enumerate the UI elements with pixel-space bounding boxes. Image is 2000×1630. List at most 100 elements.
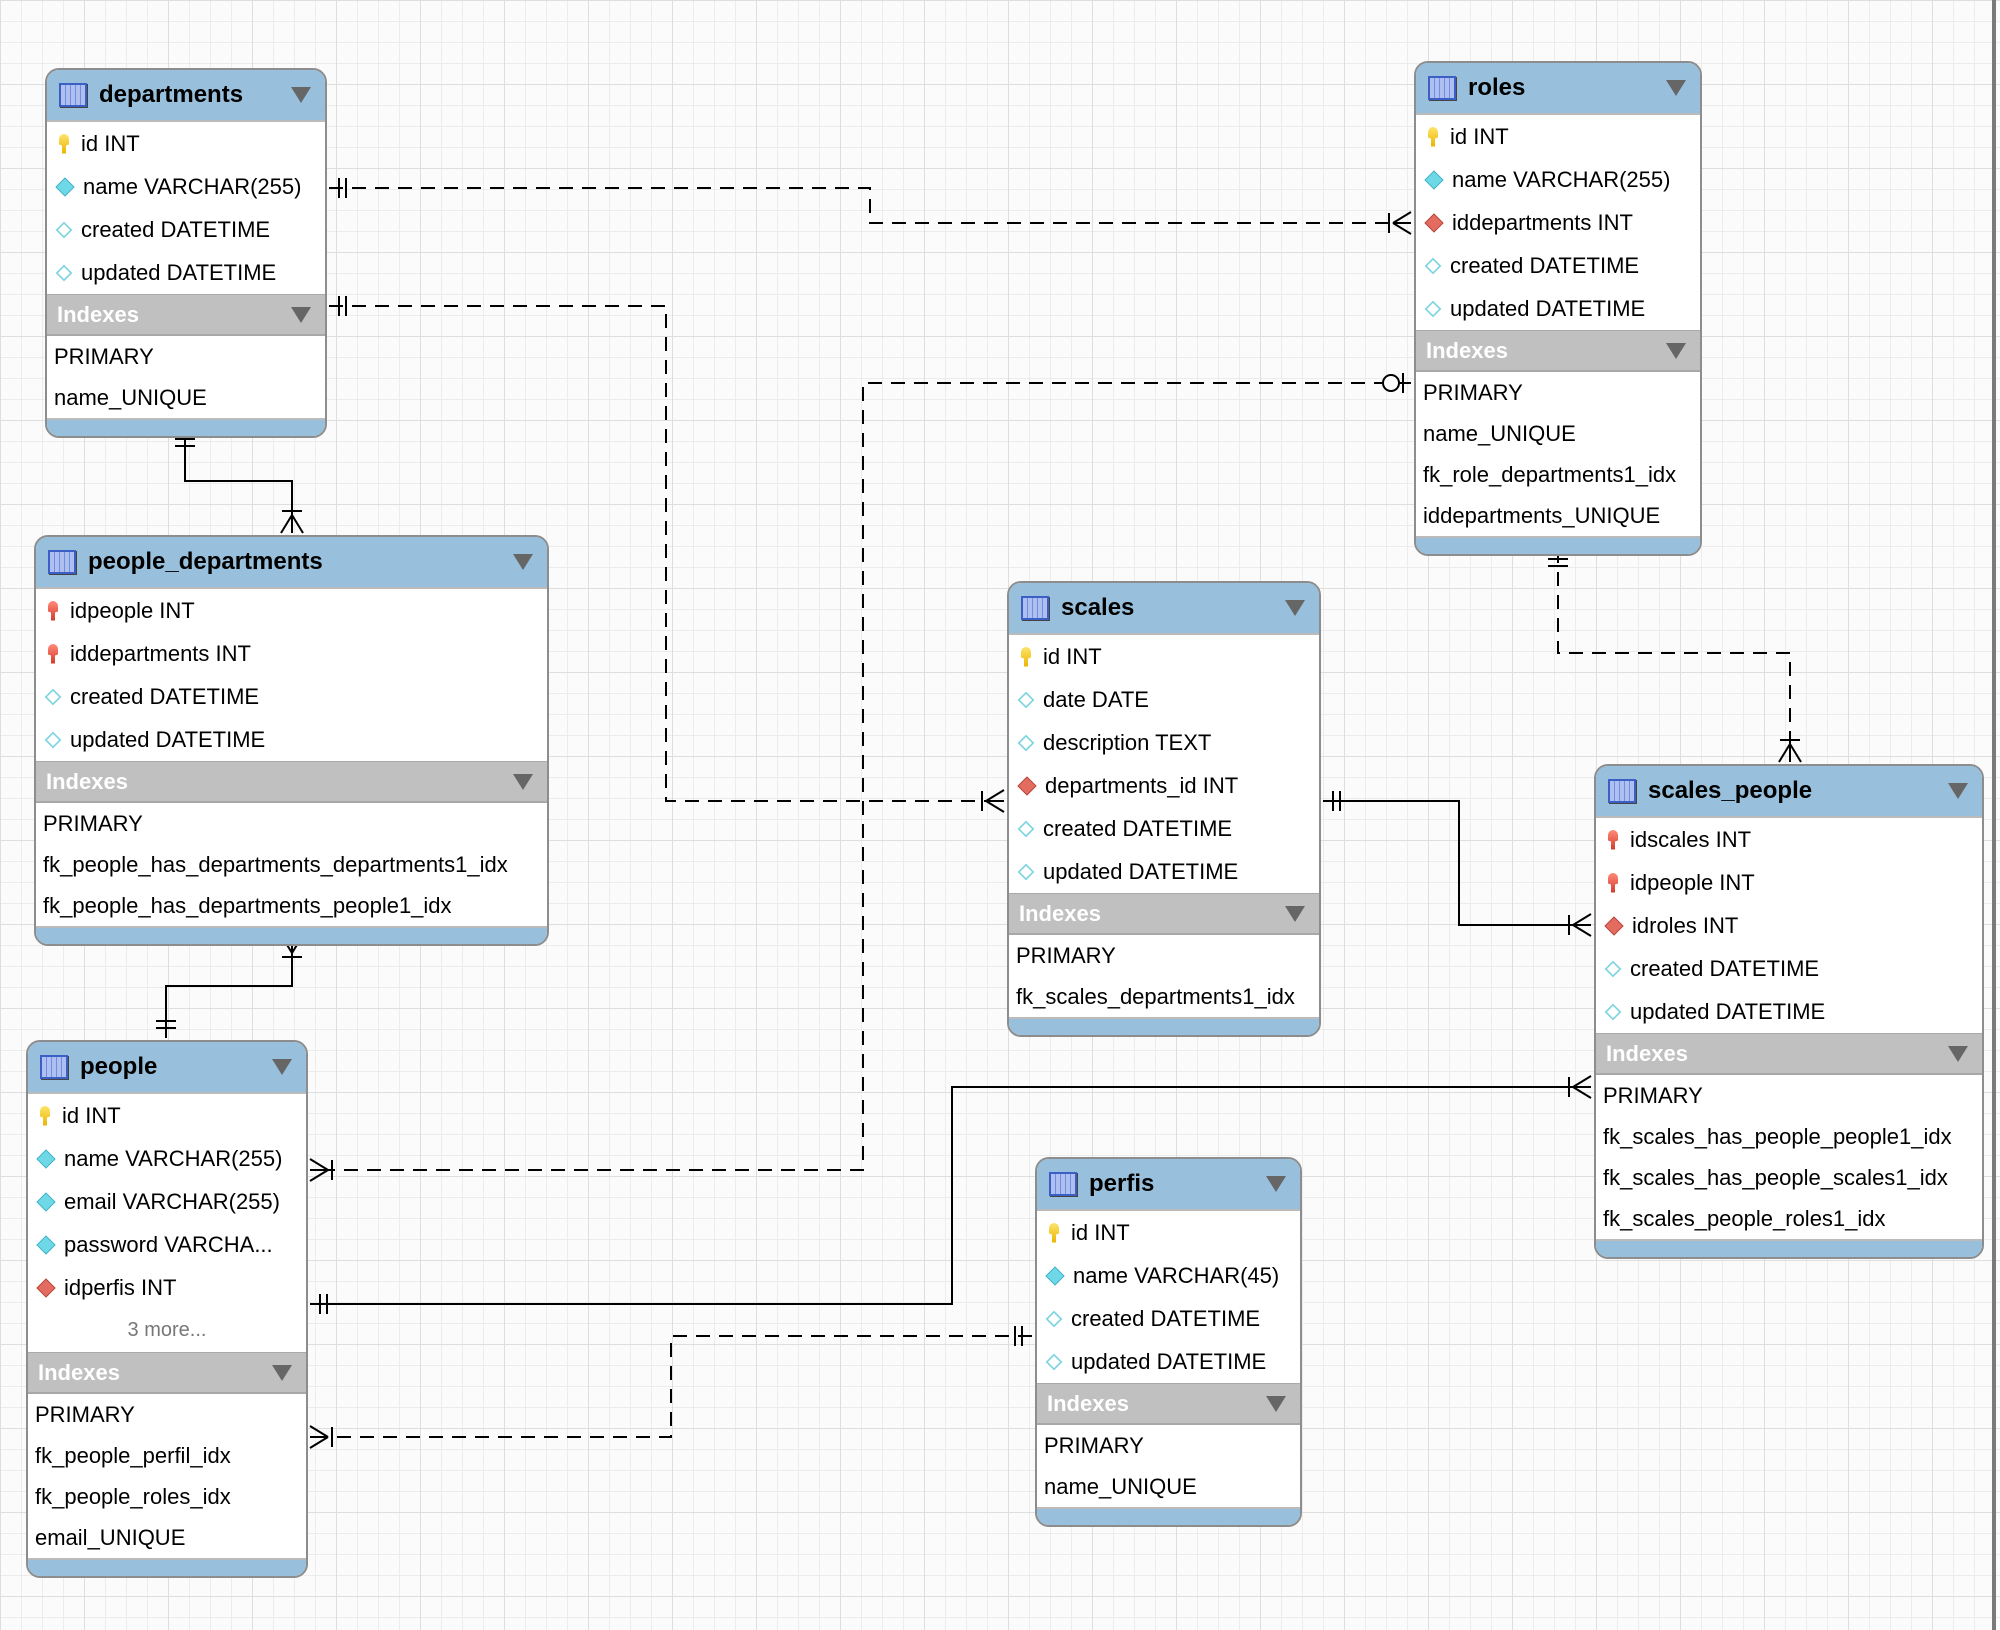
crows-foot-mark: [309, 1169, 329, 1182]
column-label: description TEXT: [1043, 729, 1212, 755]
table-header[interactable]: roles: [1416, 63, 1700, 115]
indexes-header[interactable]: Indexes: [47, 294, 325, 336]
column-row[interactable]: id INT: [1416, 115, 1700, 158]
column-row[interactable]: created DATETIME: [47, 208, 325, 251]
index-row[interactable]: PRIMARY: [1416, 372, 1700, 413]
index-row[interactable]: name_UNIQUE: [1416, 413, 1700, 454]
indexes-header[interactable]: Indexes: [1416, 330, 1700, 372]
index-row[interactable]: iddepartments_UNIQUE: [1416, 495, 1700, 536]
indexes-header[interactable]: Indexes: [1037, 1383, 1300, 1425]
table-header[interactable]: scales_people: [1596, 766, 1982, 818]
table-people[interactable]: people id INT name VARCHAR(255) email VARCH…: [26, 1040, 308, 1578]
index-row[interactable]: name_UNIQUE: [47, 377, 325, 418]
collapse-triangle-icon[interactable]: [513, 554, 533, 570]
indexes-header[interactable]: Indexes: [1596, 1033, 1982, 1075]
column-row[interactable]: created DATETIME: [1416, 244, 1700, 287]
collapse-triangle-icon[interactable]: [1666, 80, 1686, 96]
table-header[interactable]: perfis: [1037, 1159, 1300, 1211]
table-scales[interactable]: scales id INT date DATE description TEXT dep…: [1007, 581, 1321, 1037]
column-row[interactable]: email VARCHAR(255): [28, 1180, 306, 1223]
index-row[interactable]: PRIMARY: [28, 1394, 306, 1435]
column-row[interactable]: iddepartments INT: [1416, 201, 1700, 244]
index-row[interactable]: PRIMARY: [1009, 935, 1319, 976]
index-row[interactable]: name_UNIQUE: [1037, 1466, 1300, 1507]
column-row[interactable]: created DATETIME: [36, 675, 547, 718]
column-row[interactable]: departments_id INT: [1009, 764, 1319, 807]
column-row[interactable]: idroles INT: [1596, 904, 1982, 947]
index-row[interactable]: fk_people_has_departments_people1_idx: [36, 885, 547, 926]
collapse-triangle-icon[interactable]: [1666, 342, 1686, 359]
index-row[interactable]: fk_people_perfil_idx: [28, 1435, 306, 1476]
column-row[interactable]: idscales INT: [1596, 818, 1982, 861]
foreign-key-column-icon: [1424, 212, 1444, 233]
index-row[interactable]: fk_scales_departments1_idx: [1009, 976, 1319, 1017]
index-row[interactable]: PRIMARY: [47, 336, 325, 377]
collapse-triangle-icon[interactable]: [1266, 1176, 1286, 1192]
table-people_departments[interactable]: people_departments idpeople INT iddepartme…: [34, 535, 549, 946]
collapse-triangle-icon[interactable]: [291, 306, 311, 323]
table-header[interactable]: departments: [47, 70, 325, 122]
column-row[interactable]: id INT: [1037, 1211, 1300, 1254]
indexes-header[interactable]: Indexes: [36, 761, 547, 803]
collapse-triangle-icon[interactable]: [1266, 1395, 1286, 1412]
index-row[interactable]: fk_scales_people_roles1_idx: [1596, 1198, 1982, 1239]
column-row[interactable]: updated DATETIME: [47, 251, 325, 294]
collapse-triangle-icon[interactable]: [1948, 1045, 1968, 1062]
canvas-edge-scrollbar[interactable]: [1992, 0, 1996, 1630]
primary-key-icon: [1428, 126, 1438, 147]
index-row[interactable]: fk_people_has_departments_departments1_i…: [36, 844, 547, 885]
column-row[interactable]: name VARCHAR(255): [1416, 158, 1700, 201]
column-label: created DATETIME: [1450, 252, 1640, 278]
index-row[interactable]: fk_role_departments1_idx: [1416, 454, 1700, 495]
column-row[interactable]: iddepartments INT: [36, 632, 547, 675]
column-row[interactable]: id INT: [47, 122, 325, 165]
column-row[interactable]: updated DATETIME: [1416, 287, 1700, 330]
crows-foot-mark: [1572, 1086, 1592, 1099]
table-footer: [36, 926, 547, 944]
table-header[interactable]: people: [28, 1042, 306, 1094]
column-row[interactable]: name VARCHAR(255): [47, 165, 325, 208]
index-row[interactable]: PRIMARY: [1037, 1425, 1300, 1466]
table-scales_people[interactable]: scales_people idscales INT idpeople INT idr…: [1594, 764, 1984, 1259]
index-row[interactable]: fk_people_roles_idx: [28, 1476, 306, 1517]
index-row[interactable]: email_UNIQUE: [28, 1517, 306, 1558]
more-columns-link[interactable]: 3 more...: [28, 1309, 306, 1352]
table-perfis[interactable]: perfis id INT name VARCHAR(45) created DATE…: [1035, 1157, 1302, 1527]
column-row[interactable]: date DATE: [1009, 678, 1319, 721]
column-row[interactable]: updated DATETIME: [1009, 850, 1319, 893]
collapse-triangle-icon[interactable]: [1285, 600, 1305, 616]
table-header[interactable]: people_departments: [36, 537, 547, 589]
column-row[interactable]: name VARCHAR(45): [1037, 1254, 1300, 1297]
column-row[interactable]: idperfis INT: [28, 1266, 306, 1309]
column-row[interactable]: id INT: [28, 1094, 306, 1137]
column-label: created DATETIME: [81, 216, 271, 242]
column-row[interactable]: idpeople INT: [36, 589, 547, 632]
collapse-triangle-icon[interactable]: [291, 87, 311, 103]
column-label: id INT: [81, 130, 140, 156]
index-row[interactable]: PRIMARY: [36, 803, 547, 844]
column-row[interactable]: idpeople INT: [1596, 861, 1982, 904]
indexes-header[interactable]: Indexes: [1009, 893, 1319, 935]
column-row[interactable]: updated DATETIME: [1596, 990, 1982, 1033]
column-row[interactable]: created DATETIME: [1037, 1297, 1300, 1340]
column-row[interactable]: name VARCHAR(255): [28, 1137, 306, 1180]
column-row[interactable]: created DATETIME: [1009, 807, 1319, 850]
index-row[interactable]: fk_scales_has_people_scales1_idx: [1596, 1157, 1982, 1198]
collapse-triangle-icon[interactable]: [1948, 783, 1968, 799]
column-row[interactable]: id INT: [1009, 635, 1319, 678]
column-row[interactable]: created DATETIME: [1596, 947, 1982, 990]
index-row[interactable]: PRIMARY: [1596, 1075, 1982, 1116]
collapse-triangle-icon[interactable]: [272, 1059, 292, 1075]
table-departments[interactable]: departments id INT name VARCHAR(255) create…: [45, 68, 327, 438]
column-row[interactable]: password VARCHA...: [28, 1223, 306, 1266]
table-header[interactable]: scales: [1009, 583, 1319, 635]
table-roles[interactable]: roles id INT name VARCHAR(255) iddepartment…: [1414, 61, 1702, 556]
collapse-triangle-icon[interactable]: [1285, 905, 1305, 922]
index-row[interactable]: fk_scales_has_people_people1_idx: [1596, 1116, 1982, 1157]
column-row[interactable]: updated DATETIME: [36, 718, 547, 761]
indexes-header[interactable]: Indexes: [28, 1352, 306, 1394]
collapse-triangle-icon[interactable]: [272, 1364, 292, 1381]
column-row[interactable]: updated DATETIME: [1037, 1340, 1300, 1383]
collapse-triangle-icon[interactable]: [513, 773, 533, 790]
column-row[interactable]: description TEXT: [1009, 721, 1319, 764]
